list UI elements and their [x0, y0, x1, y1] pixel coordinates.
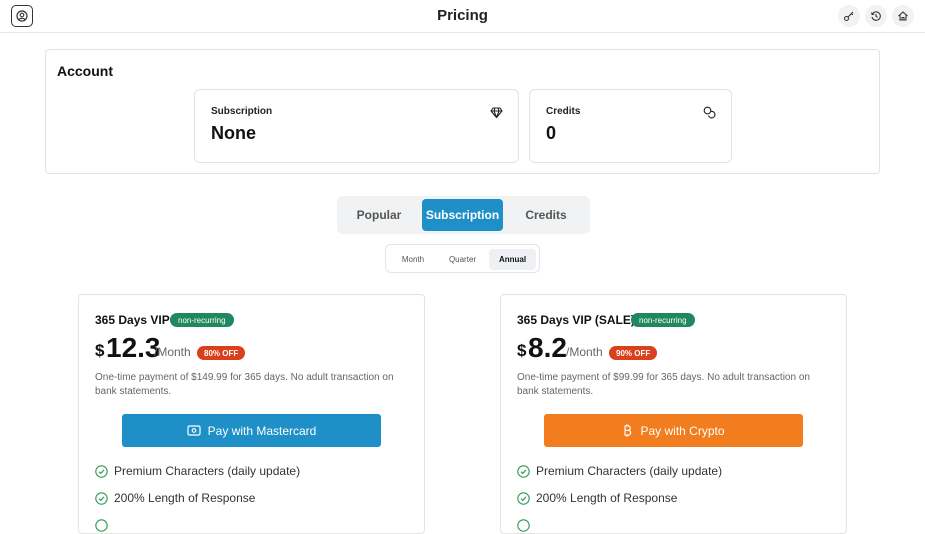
credits-label: Credits	[546, 106, 581, 117]
check-circle-icon	[95, 491, 108, 505]
feature-item: Premium Characters (daily update)	[95, 463, 300, 479]
period-month[interactable]: Month	[391, 249, 435, 270]
check-circle-icon	[517, 464, 530, 478]
price-amount: 8.2	[528, 332, 567, 363]
discount-badge: 90% OFF	[609, 346, 658, 360]
check-circle-icon	[517, 491, 530, 505]
top-bar: Pricing	[0, 0, 925, 33]
account-title: Account	[57, 63, 113, 79]
card-icon	[187, 425, 201, 436]
subscription-label: Subscription	[211, 106, 273, 117]
check-circle-icon	[95, 518, 108, 532]
credits-card: Credits 0	[529, 89, 732, 163]
plan-name: 365 Days VIP (SALE)	[517, 313, 635, 327]
credits-value: 0	[546, 123, 557, 143]
feature-label: Premium Characters (daily update)	[114, 464, 301, 478]
recurring-badge: non-recurring	[631, 313, 695, 327]
bitcoin-icon	[624, 424, 632, 437]
plan-description: One-time payment of $149.99 for 365 days…	[95, 372, 394, 397]
discount-badge: 80% OFF	[197, 346, 246, 360]
account-section: Account Subscription None Credits 0	[45, 49, 880, 174]
feature-label: 200% Length of Response	[536, 491, 678, 505]
plan-card-vip-sale: 365 Days VIP (SALE) non-recurring $ 8.2 …	[500, 294, 847, 534]
page-title: Pricing	[437, 7, 488, 24]
coins-icon	[703, 106, 716, 119]
feature-item: 200% Length of Response	[517, 490, 677, 506]
history-icon[interactable]	[865, 5, 887, 27]
tab-credits[interactable]: Credits	[508, 199, 584, 231]
pay-mastercard-button[interactable]: Pay with Mastercard	[122, 414, 381, 447]
pay-button-label: Pay with Mastercard	[207, 423, 317, 438]
recurring-badge: non-recurring	[170, 313, 234, 327]
feature-label: 200% Length of Response	[114, 491, 256, 505]
home-icon[interactable]	[892, 5, 914, 27]
feature-item: 200% Length of Response	[95, 490, 255, 506]
plan-type-tabs: Popular Subscription Credits	[337, 196, 590, 234]
plan-card-vip: 365 Days VIP non-recurring $ 12.3 /Month…	[78, 294, 425, 534]
tab-popular[interactable]: Popular	[341, 199, 417, 231]
subscription-card: Subscription None	[194, 89, 519, 163]
feature-item-partial	[95, 517, 114, 533]
check-circle-icon	[95, 464, 108, 478]
period-selector: Month Quarter Annual	[385, 244, 540, 273]
period-quarter[interactable]: Quarter	[439, 249, 486, 270]
price-amount: 12.3	[106, 332, 161, 363]
feature-item: Premium Characters (daily update)	[517, 463, 722, 479]
currency: $	[95, 341, 105, 360]
period-annual[interactable]: Annual	[489, 249, 536, 270]
currency: $	[517, 341, 527, 360]
diamond-icon	[490, 107, 503, 119]
price-period: /Month	[566, 345, 603, 359]
plan-description: One-time payment of $99.99 for 365 days.…	[517, 372, 810, 397]
pay-button-label: Pay with Crypto	[640, 423, 725, 438]
key-icon[interactable]	[838, 5, 860, 27]
subscription-value: None	[211, 123, 256, 143]
pay-crypto-button[interactable]: Pay with Crypto	[544, 414, 803, 447]
feature-label: Premium Characters (daily update)	[536, 464, 723, 478]
check-circle-icon	[517, 518, 530, 532]
plan-name: 365 Days VIP	[95, 313, 170, 327]
price-period: /Month	[154, 345, 191, 359]
feature-item-partial	[517, 517, 536, 533]
tab-subscription[interactable]: Subscription	[422, 199, 503, 231]
